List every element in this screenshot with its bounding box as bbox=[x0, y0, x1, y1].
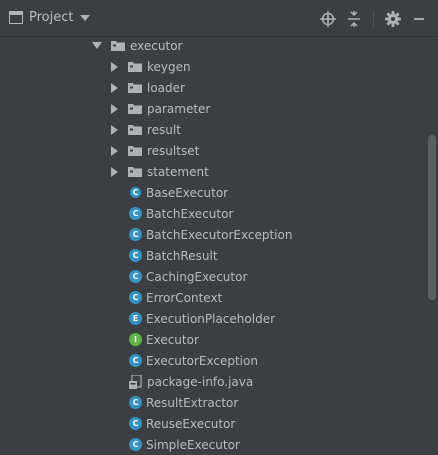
tree-node-label: ExecutionPlaceholder bbox=[146, 311, 276, 326]
tree-node-cachingexecutor[interactable]: C CachingExecutor bbox=[129, 266, 247, 287]
project-view-selector[interactable]: Project bbox=[9, 10, 91, 25]
tree-node-label: ResultExtractor bbox=[146, 395, 239, 410]
tree-node-reuseexecutor[interactable]: C ReuseExecutor bbox=[129, 413, 235, 434]
tree-node-errorcontext[interactable]: C ErrorContext bbox=[129, 287, 222, 308]
package-folder-icon bbox=[128, 83, 142, 93]
collapse-arrow-icon[interactable] bbox=[111, 145, 118, 156]
toolbar-separator bbox=[373, 11, 374, 27]
tree-node-label: keygen bbox=[147, 59, 191, 74]
tree-node-simpleexecutor[interactable]: C SimpleExecutor bbox=[129, 434, 240, 455]
class-icon: C bbox=[129, 438, 142, 451]
project-window-icon bbox=[9, 11, 23, 24]
abstract-class-icon: C bbox=[129, 186, 142, 199]
dropdown-caret-icon[interactable] bbox=[80, 14, 91, 21]
hide-panel-icon[interactable] bbox=[410, 10, 428, 28]
tree-node-label: package-info.java bbox=[147, 374, 254, 389]
project-toolbar: Project bbox=[0, 0, 438, 37]
package-folder-icon bbox=[128, 146, 142, 156]
tree-node-resultextractor[interactable]: C ResultExtractor bbox=[129, 392, 238, 413]
tree-node-label: result bbox=[147, 122, 181, 137]
tree-node-label: parameter bbox=[147, 101, 211, 116]
java-file-icon bbox=[129, 374, 142, 389]
package-folder-icon bbox=[128, 62, 142, 72]
class-icon: C bbox=[129, 354, 142, 367]
class-icon: C bbox=[129, 417, 142, 430]
class-icon: C bbox=[129, 207, 142, 220]
tree-node-executor-interface[interactable]: I Executor bbox=[129, 329, 199, 350]
tree-node-label: ExecutorException bbox=[146, 353, 258, 368]
tree-node-label: BatchExecutorException bbox=[146, 227, 293, 242]
vertical-scrollbar-thumb[interactable] bbox=[428, 135, 436, 300]
tree-node-resultset[interactable]: resultset bbox=[109, 140, 199, 161]
expand-arrow-icon[interactable] bbox=[92, 42, 102, 49]
tree-node-executor[interactable]: executor bbox=[92, 35, 182, 56]
tree-node-executionplaceholder[interactable]: E ExecutionPlaceholder bbox=[129, 308, 275, 329]
project-view-title: Project bbox=[29, 10, 74, 25]
class-icon: C bbox=[129, 291, 142, 304]
class-icon: C bbox=[129, 249, 142, 262]
tree-node-label: ErrorContext bbox=[146, 290, 223, 305]
tree-node-loader[interactable]: loader bbox=[109, 77, 185, 98]
tree-node-label: loader bbox=[147, 80, 185, 95]
tree-node-label: BatchResult bbox=[146, 248, 218, 263]
tree-node-keygen[interactable]: keygen bbox=[109, 56, 191, 77]
settings-gear-icon[interactable] bbox=[384, 10, 402, 28]
tree-node-label: SimpleExecutor bbox=[146, 437, 240, 452]
project-tree: executor keygen loader parameter result … bbox=[0, 37, 428, 455]
class-icon: C bbox=[129, 396, 142, 409]
class-icon: C bbox=[129, 228, 142, 241]
class-icon: C bbox=[129, 270, 142, 283]
enum-icon: E bbox=[129, 312, 142, 325]
tree-node-label: executor bbox=[130, 38, 183, 53]
tree-node-label: ReuseExecutor bbox=[146, 416, 236, 431]
collapse-arrow-icon[interactable] bbox=[111, 124, 118, 135]
tree-node-label: resultset bbox=[147, 143, 200, 158]
tree-node-label: statement bbox=[147, 164, 209, 179]
tree-node-label: BaseExecutor bbox=[146, 185, 229, 200]
collapse-arrow-icon[interactable] bbox=[111, 61, 118, 72]
package-folder-icon bbox=[128, 104, 142, 114]
tree-node-batchexecutor[interactable]: C BatchExecutor bbox=[129, 203, 233, 224]
tree-node-statement[interactable]: statement bbox=[109, 161, 209, 182]
collapse-arrow-icon[interactable] bbox=[111, 82, 118, 93]
locate-icon[interactable] bbox=[319, 10, 337, 28]
tree-node-batchresult[interactable]: C BatchResult bbox=[129, 245, 218, 266]
package-folder-icon bbox=[111, 41, 125, 51]
tree-node-executorexception[interactable]: C ExecutorException bbox=[129, 350, 258, 371]
package-folder-icon bbox=[128, 167, 142, 177]
collapse-arrow-icon[interactable] bbox=[111, 103, 118, 114]
tree-node-parameter[interactable]: parameter bbox=[109, 98, 210, 119]
tree-node-label: Executor bbox=[146, 332, 199, 347]
tree-node-batchexecutorexception[interactable]: C BatchExecutorException bbox=[129, 224, 292, 245]
package-folder-icon bbox=[128, 125, 142, 135]
tree-node-label: CachingExecutor bbox=[146, 269, 248, 284]
interface-icon: I bbox=[129, 333, 142, 346]
tree-node-label: BatchExecutor bbox=[146, 206, 234, 221]
tree-node-package-info[interactable]: package-info.java bbox=[129, 371, 253, 392]
tree-node-result[interactable]: result bbox=[109, 119, 181, 140]
tree-node-baseexecutor[interactable]: C BaseExecutor bbox=[129, 182, 228, 203]
collapse-all-icon[interactable] bbox=[345, 10, 363, 28]
collapse-arrow-icon[interactable] bbox=[111, 166, 118, 177]
